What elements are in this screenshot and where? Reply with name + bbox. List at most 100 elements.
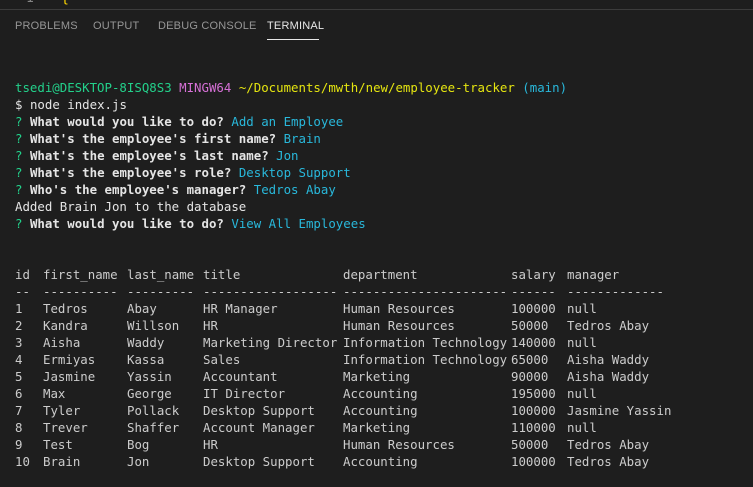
table-cell: Yassin	[127, 369, 172, 384]
tab-debug-console[interactable]: DEBUG CONSOLE	[158, 20, 257, 32]
table-cell: 140000	[511, 335, 556, 350]
table-header: salary	[511, 267, 556, 282]
editor-code-fragment: {	[61, 0, 69, 6]
table-cell: 4	[15, 352, 23, 367]
question-text: What's the employee's role?	[29, 165, 232, 180]
table-cell: Accounting	[343, 454, 418, 469]
answer-text: Add an Employee	[231, 114, 344, 129]
table-cell: George	[127, 386, 172, 401]
table-cell: Accountant	[203, 369, 278, 384]
table-cell: Human Resources	[343, 318, 455, 333]
table-cell: Accounting	[343, 386, 418, 401]
shell-prompt-line: tsedi@DESKTOP-8ISQ8S3 MINGW64 ~/Document…	[15, 79, 567, 96]
table-cell: 5	[15, 369, 23, 384]
table-header: department	[343, 267, 418, 282]
table-cell: IT Director	[203, 386, 286, 401]
table-separator: -------------	[567, 284, 664, 299]
table-cell: 100000	[511, 454, 556, 469]
question-text: What would you like to do?	[29, 216, 224, 231]
table-separator: ----------------------	[343, 284, 508, 299]
question-line: ? What would you like to do? Add an Empl…	[15, 113, 343, 130]
table-cell: Aisha Waddy	[567, 369, 650, 384]
terminal-output[interactable]: tsedi@DESKTOP-8ISQ8S3 MINGW64 ~/Document…	[15, 0, 671, 469]
question-line: ? What's the employee's last name? Jon	[15, 147, 299, 164]
table-cell: Desktop Support	[203, 454, 315, 469]
table-cell: Ermiyas	[43, 352, 96, 367]
table-cell: null	[567, 301, 597, 316]
table-cell: Test	[43, 437, 73, 452]
table-cell: 110000	[511, 420, 556, 435]
question-mark-icon: ?	[15, 131, 23, 146]
table-cell: 1	[15, 301, 23, 316]
table-header: last_name	[127, 267, 195, 282]
table-cell: 6	[15, 386, 23, 401]
table-cell: 2	[15, 318, 23, 333]
prompt-dollar: $	[15, 97, 23, 112]
table-cell: Tedros Abay	[567, 437, 650, 452]
prompt-user-host: tsedi@DESKTOP-8ISQ8S3	[15, 80, 172, 95]
prompt-path: ~/Documents/mwth/new/employee-tracker	[238, 80, 515, 95]
table-cell: Tyler	[43, 403, 81, 418]
question-text: Who's the employee's manager?	[29, 182, 247, 197]
command-line: $ node index.js	[15, 96, 127, 113]
question-text: What's the employee's last name?	[29, 148, 269, 163]
table-header: first_name	[43, 267, 118, 282]
table-cell: Max	[43, 386, 66, 401]
prompt-shell: MINGW64	[179, 80, 232, 95]
table-cell: Brain	[43, 454, 81, 469]
table-cell: Trever	[43, 420, 88, 435]
table-cell: Willson	[127, 318, 180, 333]
table-cell: Jasmine Yassin	[567, 403, 672, 418]
editor-strip: 1 {	[0, 0, 753, 10]
active-tab-indicator	[267, 39, 319, 40]
answer-text: View All Employees	[231, 216, 366, 231]
table-cell: Kassa	[127, 352, 165, 367]
question-text: What would you like to do?	[29, 114, 224, 129]
table-cell: Information Technology	[343, 335, 508, 350]
output-message: Added Brain Jon to the database	[15, 199, 247, 214]
answer-text: Brain	[283, 131, 321, 146]
table-cell: Tedros Abay	[567, 318, 650, 333]
question-mark-icon: ?	[15, 182, 23, 197]
table-cell: null	[567, 335, 597, 350]
table-cell: Human Resources	[343, 301, 455, 316]
table-cell: 90000	[511, 369, 549, 384]
question-line: ? Who's the employee's manager? Tedros A…	[15, 181, 336, 198]
tab-output[interactable]: OUTPUT	[93, 20, 139, 32]
question-mark-icon: ?	[15, 148, 23, 163]
table-cell: 100000	[511, 403, 556, 418]
tab-terminal[interactable]: TERMINAL	[267, 20, 324, 32]
table-cell: Pollack	[127, 403, 180, 418]
table-cell: Shaffer	[127, 420, 180, 435]
table-cell: 65000	[511, 352, 549, 367]
table-header: id	[15, 267, 30, 282]
table-separator: ---------	[127, 284, 195, 299]
question-line: ? What's the employee's role? Desktop Su…	[15, 164, 351, 181]
table-cell: HR Manager	[203, 301, 278, 316]
answer-text: Jon	[276, 148, 299, 163]
question-line: ? What's the employee's first name? Brai…	[15, 130, 321, 147]
vscode-panel: 1 { PROBLEMS OUTPUT DEBUG CONSOLE TERMIN…	[0, 0, 753, 487]
table-cell: Waddy	[127, 335, 165, 350]
question-mark-icon: ?	[15, 165, 23, 180]
table-cell: 100000	[511, 301, 556, 316]
table-cell: Aisha	[43, 335, 81, 350]
table-cell: HR	[203, 318, 218, 333]
table-cell: 195000	[511, 386, 556, 401]
table-cell: Marketing	[343, 420, 411, 435]
table-cell: Desktop Support	[203, 403, 315, 418]
table-cell: Accounting	[343, 403, 418, 418]
question-line: ? What would you like to do? View All Em…	[15, 215, 366, 232]
panel-tab-bar: PROBLEMS OUTPUT DEBUG CONSOLE TERMINAL	[0, 10, 753, 44]
table-header: manager	[567, 267, 620, 282]
question-mark-icon: ?	[15, 216, 23, 231]
table-cell: HR	[203, 437, 218, 452]
table-cell: 7	[15, 403, 23, 418]
table-cell: Tedros Abay	[567, 454, 650, 469]
table-separator: ----------	[43, 284, 118, 299]
table-cell: 50000	[511, 437, 549, 452]
prompt-branch: (main)	[522, 80, 568, 95]
table-cell: Information Technology	[343, 352, 508, 367]
table-cell: Marketing	[343, 369, 411, 384]
question-text: What's the employee's first name?	[29, 131, 277, 146]
